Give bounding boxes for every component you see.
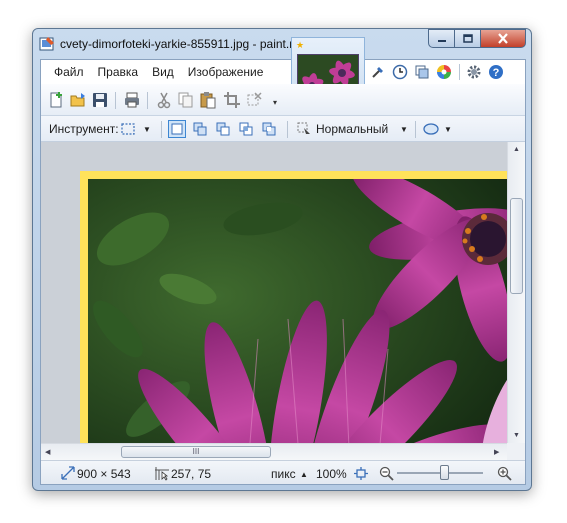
settings-button[interactable] [465,63,483,81]
minimize-icon [437,39,446,42]
unsaved-star-icon: ★ [296,40,305,50]
antialiasing-icon[interactable] [422,120,440,138]
selection-mode-invert-button[interactable] [260,120,278,138]
new-file-icon[interactable] [47,91,65,109]
client-area: Файл Правка Вид Изображение ★ ? ▾ Инстру… [40,37,526,485]
vertical-scroll-thumb[interactable] [510,198,523,294]
close-icon [498,33,508,44]
history-window-button[interactable] [391,63,409,81]
paste-icon[interactable] [199,91,217,109]
color-wheel-icon [437,65,451,79]
image-size-icon [61,466,75,480]
paint-net-app-icon [39,37,54,51]
utility-icons: ? [369,61,509,83]
minimize-button[interactable] [428,29,455,48]
cursor-position-text: 257, 75 [171,467,212,481]
history-clock-icon [392,64,408,80]
tool-label: Инструмент: [49,122,119,136]
crop-icon[interactable] [223,91,241,109]
units-dropdown-arrow[interactable]: ▲ [300,470,308,479]
canvas-area[interactable] [41,142,525,460]
tool-options-bar: Инструмент: ▼ Нормальный ▼ ▼ [41,116,525,142]
tools-window-button[interactable] [369,63,387,81]
blend-mode-dropdown-arrow[interactable]: ▼ [400,125,408,134]
scroll-down-arrow-icon[interactable]: ▼ [513,432,520,439]
colors-window-button[interactable] [435,63,453,81]
menu-view[interactable]: Вид [145,65,181,79]
help-button[interactable]: ? [487,63,505,81]
scroll-left-arrow-icon[interactable]: ◀ [45,448,50,456]
scroll-up-arrow-icon[interactable]: ▲ [513,146,520,153]
image-size-text: 900 × 543 [77,467,131,481]
selection-mode-exclude-button[interactable] [214,120,232,138]
paint-net-window: cvety-dimorfoteki-yarkie-855911.jpg - pa… [32,28,532,491]
gear-icon [467,65,481,79]
selection-mode-intersect-button[interactable] [237,120,255,138]
main-toolbar: ▾ [41,84,525,116]
scroll-right-arrow-icon[interactable]: ▶ [494,448,499,456]
selection-mode-union-button[interactable] [191,120,209,138]
menu-image[interactable]: Изображение [181,65,271,79]
selection-intersect-icon [239,122,253,136]
image-canvas[interactable] [88,179,520,460]
scroll-corner [507,443,525,460]
toolbar-separator [415,121,416,138]
toolbar-overflow-icon[interactable]: ▾ [273,98,277,107]
units-dropdown[interactable]: пикс [271,467,296,481]
tools-icon [372,67,383,78]
selection-union-icon [193,122,207,136]
tool-dropdown-arrow[interactable]: ▼ [143,125,151,134]
zoom-slider-thumb[interactable] [439,465,449,480]
window-title: cvety-dimorfoteki-yarkie-855911.jpg - pa… [60,37,315,51]
rectangle-select-tool-icon[interactable] [119,120,137,138]
close-button[interactable] [481,29,526,48]
open-file-icon[interactable] [69,91,87,109]
vertical-scrollbar[interactable]: ▲ ▼ [507,142,525,443]
help-icon: ? [489,65,503,79]
menu-file[interactable]: Файл [47,65,91,79]
layers-icon [415,65,429,79]
utility-separator [459,64,460,80]
toolbar-separator [287,121,288,138]
copy-icon[interactable] [177,91,195,109]
toolbar-separator [115,92,116,109]
zoom-in-icon[interactable] [497,466,512,481]
selection-exclude-icon [216,122,230,136]
maximize-button[interactable] [455,29,481,48]
status-bar: 900 × 543 257, 75 пикс ▲ 100% [41,460,525,484]
maximize-icon [462,34,473,43]
selection-mode-replace-button[interactable] [168,120,186,138]
horizontal-scroll-thumb[interactable]: III [121,446,271,458]
layers-window-button[interactable] [413,63,431,81]
blend-mode-icon [297,122,310,134]
toolbar-separator [147,92,148,109]
flower-photo [88,179,520,460]
save-icon[interactable] [91,91,109,109]
cut-icon[interactable] [155,91,173,109]
toolbar-separator [161,121,162,138]
selection-invert-icon [262,122,276,136]
selection-replace-icon [171,123,183,135]
zoom-to-window-icon[interactable] [353,466,369,481]
antialiasing-dropdown-arrow[interactable]: ▼ [444,125,452,134]
title-bar[interactable]: cvety-dimorfoteki-yarkie-855911.jpg - pa… [33,29,531,59]
print-icon[interactable] [123,91,141,109]
menu-edit[interactable]: Правка [91,65,146,79]
zoom-level-text: 100% [316,467,347,481]
zoom-out-icon[interactable] [379,466,394,481]
deselect-icon[interactable] [245,91,263,109]
svg-text:?: ? [493,67,500,79]
horizontal-scrollbar[interactable]: ◀ III ▶ [41,443,507,460]
blend-mode-dropdown[interactable]: Нормальный [316,122,388,136]
cursor-position-icon [155,467,169,481]
